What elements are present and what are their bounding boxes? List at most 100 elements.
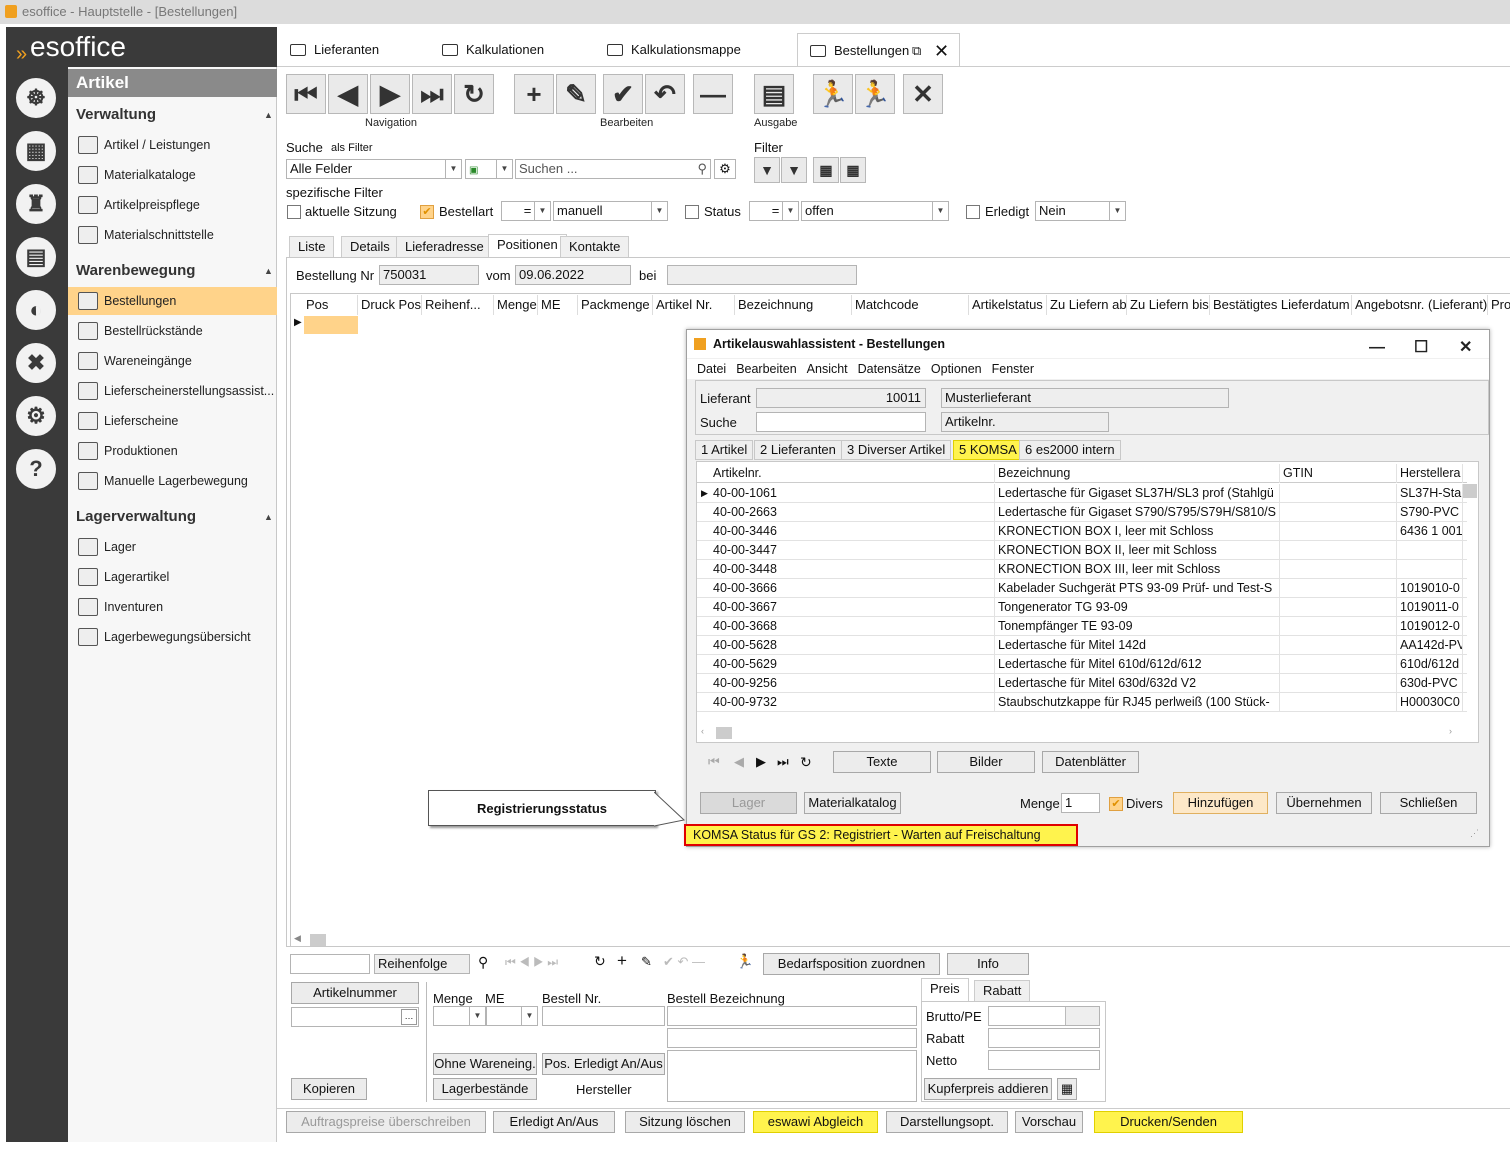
refresh-icon[interactable]: ↻ — [594, 953, 606, 970]
collapse-caret-icon[interactable]: ▲ — [264, 110, 273, 120]
refresh-button[interactable]: ↻ — [454, 74, 494, 114]
order-nr-field[interactable]: 750031 — [379, 265, 479, 285]
grid-col-header[interactable]: Bezeichnung — [735, 295, 852, 315]
dialog-table-row[interactable]: 40-00-9732 Staubschutzkappe für RJ45 perl… — [697, 693, 1467, 712]
subtab-lieferadresse[interactable]: Lieferadresse — [396, 236, 493, 258]
subtab-positionen[interactable]: Positionen — [488, 234, 567, 258]
dialog-last-icon[interactable]: ⏭ — [777, 754, 789, 770]
action-run-button[interactable]: 🏃 — [855, 74, 895, 114]
add-button[interactable]: + — [514, 74, 554, 114]
dialog-vertical-scrollbar[interactable] — [1463, 484, 1477, 498]
dialog-table-row[interactable]: 40-00-3666 Kabelader Suchgerät PTS 93-09 … — [697, 579, 1467, 598]
bedarfsposition-button[interactable]: Bedarfsposition zuordnen — [763, 953, 940, 975]
next-record-button[interactable]: ▶ — [370, 74, 410, 114]
status-checkbox[interactable] — [685, 205, 699, 219]
subtab-kontakte[interactable]: Kontakte — [560, 236, 630, 258]
dialog-table-row[interactable]: 40-00-2663 Ledertasche für Gigaset S790/S… — [697, 503, 1467, 522]
dialog-next-icon[interactable]: ▶ — [756, 754, 766, 770]
drucken-senden-button[interactable]: Drucken/Senden — [1094, 1111, 1243, 1133]
grid-col-header[interactable]: Bestätigtes Lieferdatum — [1210, 295, 1352, 315]
auftragspreise-button[interactable]: Auftragspreise überschreiben — [286, 1111, 486, 1133]
action-walk-button[interactable]: 🏃 — [813, 74, 853, 114]
sidebar-item[interactable]: Lieferscheinerstellungsassist... — [68, 377, 277, 405]
grid-selected-cell[interactable] — [304, 316, 358, 334]
dialog-table-row[interactable]: 40-00-3667 Tongenerator TG 93-09 1019011-0 — [697, 598, 1467, 617]
first-record-button[interactable]: ⏮ — [286, 74, 326, 114]
erledigt-value-select[interactable]: Nein ▼ — [1035, 201, 1126, 221]
menu-item[interactable]: Datensätze — [858, 362, 921, 376]
schliessen-button[interactable]: Schließen — [1380, 792, 1477, 814]
dialog-col-header[interactable]: Artikelnr. — [710, 464, 995, 483]
dialog-tab-es2000[interactable]: 6 es2000 intern — [1019, 440, 1121, 460]
artikelnummer-input[interactable]: … — [291, 1007, 419, 1027]
bilder-button[interactable]: Bilder — [937, 751, 1035, 773]
add-icon[interactable]: + — [617, 951, 627, 971]
search-input[interactable]: Suchen ... ⚲ — [515, 159, 711, 179]
edit-button[interactable]: ✎ — [556, 74, 596, 114]
ellipsis-button[interactable]: … — [401, 1009, 417, 1025]
dialog-table-row[interactable]: 40-00-3447 KRONECTION BOX II, leer mit Sc… — [697, 541, 1467, 560]
close-icon[interactable]: ✕ — [1459, 334, 1472, 362]
erledigt-checkbox[interactable] — [966, 205, 980, 219]
menu-item[interactable]: Optionen — [931, 362, 982, 376]
settings-gear-icon[interactable]: ⚙ — [13, 393, 59, 439]
lieferant-name-field[interactable]: Musterlieferant — [941, 388, 1229, 408]
sidebar-item[interactable]: Materialschnittstelle — [68, 221, 277, 249]
grid-col-header[interactable]: Pro — [1488, 295, 1510, 315]
menu-item[interactable]: Datei — [697, 362, 726, 376]
menu-item[interactable]: Fenster — [992, 362, 1034, 376]
calculator-icon[interactable]: ▦ — [1057, 1078, 1077, 1100]
netto-input[interactable] — [988, 1050, 1100, 1070]
brutto-input[interactable] — [988, 1006, 1100, 1026]
sidebar-group-lagerverwaltung[interactable]: Lagerverwaltung ▲ — [76, 508, 273, 525]
resize-grip-icon[interactable]: ⋰ — [1470, 828, 1479, 839]
tab-kalkulationsmappe[interactable]: Kalkulationsmappe — [595, 33, 741, 67]
rabatt-input[interactable] — [988, 1028, 1100, 1048]
sidebar-item[interactable]: Manuelle Lagerbewegung — [68, 467, 277, 495]
bestell-notes-textarea[interactable] — [667, 1050, 917, 1102]
sidebar-item[interactable]: Materialkataloge — [68, 161, 277, 189]
sidebar-group-verwaltung[interactable]: Verwaltung ▲ — [76, 106, 273, 123]
grid-col-header[interactable]: Zu Liefern ab — [1047, 295, 1127, 315]
grid-col-header[interactable]: Pos — [303, 295, 358, 315]
me-select[interactable]: ▼ — [486, 1006, 538, 1026]
bestell-bez-input[interactable] — [667, 1006, 917, 1026]
sidebar-item[interactable]: Inventuren — [68, 593, 277, 621]
dialog-table-row[interactable]: 40-00-3448 KRONECTION BOX III, leer mit S… — [697, 560, 1467, 579]
grid-col-header[interactable]: Zu Liefern bis — [1127, 295, 1210, 315]
dialog-search-column-field[interactable]: Artikelnr. — [941, 412, 1109, 432]
money-icon[interactable]: ▤ — [13, 234, 59, 280]
dialog-col-header[interactable]: GTIN — [1280, 464, 1397, 483]
dashboard-icon[interactable]: ☸ — [13, 75, 59, 121]
collapse-caret-icon[interactable]: ▲ — [264, 512, 273, 522]
maximize-icon[interactable]: ☐ — [1414, 334, 1428, 362]
close-button[interactable]: ✕ — [903, 74, 943, 114]
kupferpreis-button[interactable]: Kupferpreis addieren — [924, 1078, 1052, 1100]
dialog-tab-lieferanten[interactable]: 2 Lieferanten — [754, 440, 842, 460]
grid-col-header[interactable]: Matchcode — [852, 295, 969, 315]
grid-col-header[interactable]: Artikel Nr. — [653, 295, 735, 315]
lieferant-nr-field[interactable]: 10011 — [756, 388, 926, 408]
menge-select[interactable]: ▼ — [433, 1006, 486, 1026]
tab-kalkulationen[interactable]: Kalkulationen — [430, 33, 544, 67]
bestellart-operator-select[interactable]: = ▼ — [501, 201, 551, 221]
status-value-select[interactable]: offen ▼ — [801, 201, 949, 221]
save-icon[interactable]: ✔ ↶ — — [663, 954, 705, 970]
dialog-menge-input[interactable]: 1 — [1061, 793, 1100, 813]
headset-icon[interactable]: ◐ — [13, 287, 59, 333]
filter-button[interactable]: ▼ — [754, 157, 780, 183]
sidebar-item[interactable]: Artikelpreispflege — [68, 191, 277, 219]
subtab-details[interactable]: Details — [341, 236, 399, 258]
sidebar-item[interactable]: Wareneingänge — [68, 347, 277, 375]
dialog-tab-komsa[interactable]: 5 KOMSA — [953, 440, 1023, 460]
previous-record-button[interactable]: ◀ — [328, 74, 368, 114]
menu-item[interactable]: Bearbeiten — [736, 362, 796, 376]
sitzung-loeschen-button[interactable]: Sitzung löschen — [625, 1111, 745, 1133]
sidebar-item[interactable]: Lager — [68, 533, 277, 561]
menu-item[interactable]: Ansicht — [807, 362, 848, 376]
bestellart-checkbox[interactable]: ✔ — [420, 205, 434, 219]
dialog-table-row[interactable]: 40-00-3446 KRONECTION BOX I, leer mit Sch… — [697, 522, 1467, 541]
search-settings-button[interactable]: ⚙ — [714, 159, 736, 179]
pos-erledigt-button[interactable]: Pos. Erledigt An/Aus — [542, 1053, 665, 1075]
materialkatalog-button[interactable]: Materialkatalog — [804, 792, 901, 814]
